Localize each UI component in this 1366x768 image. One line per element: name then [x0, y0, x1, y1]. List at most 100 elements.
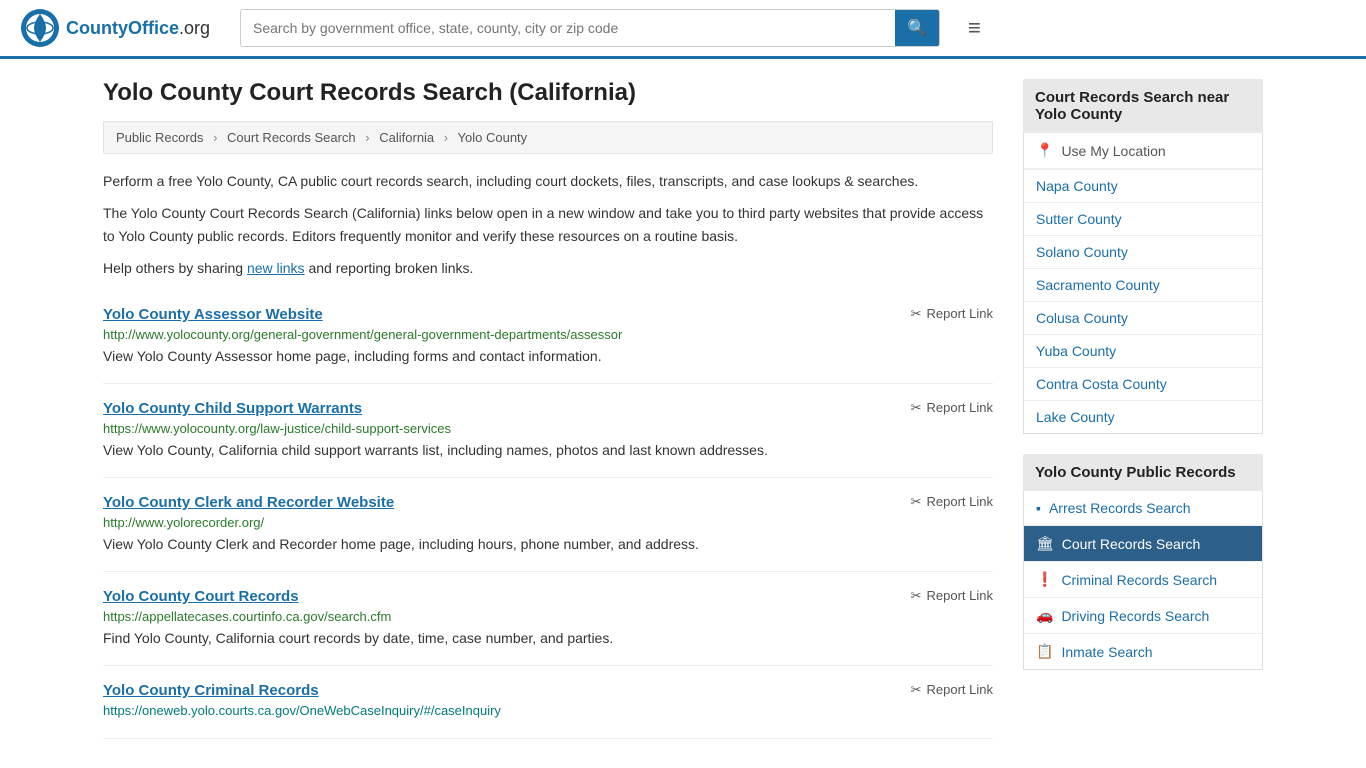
result-url[interactable]: https://appellatecases.courtinfo.ca.gov/…: [103, 609, 993, 624]
sidebar-public-records-section: Yolo County Public Records ▪ Arrest Reco…: [1023, 454, 1263, 670]
result-desc: Find Yolo County, California court recor…: [103, 628, 993, 649]
result-header: Yolo County Assessor Website ✂ Report Li…: [103, 306, 993, 323]
public-record-link[interactable]: 📋 Inmate Search: [1024, 634, 1262, 669]
county-link[interactable]: Sutter County: [1024, 203, 1262, 235]
sidebar-public-records-list: ▪ Arrest Records Search 🏛 Court Records …: [1023, 491, 1263, 670]
new-links-link[interactable]: new links: [247, 260, 305, 276]
result-item: Yolo County Clerk and Recorder Website ✂…: [103, 478, 993, 572]
list-item: Yuba County: [1024, 335, 1262, 368]
header: CountyOffice.org 🔍 ≡: [0, 0, 1366, 59]
intro-paragraph-3: Help others by sharing new links and rep…: [103, 257, 993, 279]
list-item: Sutter County: [1024, 203, 1262, 236]
result-title[interactable]: Yolo County Court Records: [103, 588, 299, 605]
record-label: Driving Records Search: [1061, 608, 1209, 624]
list-item: Lake County: [1024, 401, 1262, 433]
county-link[interactable]: Yuba County: [1024, 335, 1262, 367]
nearby-counties-container: Napa CountySutter CountySolano CountySac…: [1024, 170, 1262, 433]
public-record-link[interactable]: 🚗 Driving Records Search: [1024, 598, 1262, 633]
public-record-link[interactable]: 🏛 Court Records Search: [1024, 526, 1262, 561]
results-container: Yolo County Assessor Website ✂ Report Li…: [103, 290, 993, 739]
list-item: ▪ Arrest Records Search: [1024, 491, 1262, 526]
result-url[interactable]: http://www.yolorecorder.org/: [103, 515, 993, 530]
menu-button[interactable]: ≡: [960, 11, 989, 45]
pin-icon: 📍: [1036, 142, 1053, 159]
sidebar-public-records-header: Yolo County Public Records: [1023, 454, 1263, 491]
report-link[interactable]: ✂ Report Link: [911, 400, 993, 416]
public-record-link[interactable]: ▪ Arrest Records Search: [1024, 491, 1262, 525]
logo-icon: [20, 8, 60, 48]
result-title[interactable]: Yolo County Criminal Records: [103, 682, 319, 699]
logo-text: CountyOffice.org: [66, 18, 210, 39]
result-item: Yolo County Child Support Warrants ✂ Rep…: [103, 384, 993, 478]
search-input[interactable]: [241, 12, 895, 44]
result-header: Yolo County Clerk and Recorder Website ✂…: [103, 494, 993, 511]
county-link[interactable]: Napa County: [1024, 170, 1262, 202]
result-header: Yolo County Court Records ✂ Report Link: [103, 588, 993, 605]
report-label: Report Link: [927, 494, 993, 509]
use-location[interactable]: 📍 Use My Location: [1024, 133, 1262, 169]
report-link[interactable]: ✂ Report Link: [911, 494, 993, 510]
record-label: Inmate Search: [1061, 644, 1152, 660]
county-link[interactable]: Lake County: [1024, 401, 1262, 433]
record-icon: ❗: [1036, 571, 1053, 588]
list-item: Napa County: [1024, 170, 1262, 203]
report-label: Report Link: [927, 682, 993, 697]
report-icon: ✂: [911, 682, 922, 698]
report-icon: ✂: [911, 306, 922, 322]
page-title: Yolo County Court Records Search (Califo…: [103, 79, 993, 107]
result-title[interactable]: Yolo County Clerk and Recorder Website: [103, 494, 394, 511]
breadcrumb-yolo: Yolo County: [458, 130, 528, 145]
sidebar: Court Records Search near Yolo County 📍 …: [1023, 79, 1263, 739]
intro-paragraph-1: Perform a free Yolo County, CA public co…: [103, 170, 993, 192]
list-item: ❗ Criminal Records Search: [1024, 562, 1262, 598]
search-button[interactable]: 🔍: [895, 10, 939, 46]
result-title[interactable]: Yolo County Child Support Warrants: [103, 400, 362, 417]
list-item: Sacramento County: [1024, 269, 1262, 302]
record-label: Arrest Records Search: [1049, 500, 1191, 516]
public-record-link[interactable]: ❗ Criminal Records Search: [1024, 562, 1262, 597]
record-icon: 🏛: [1036, 535, 1054, 552]
sidebar-nearby-section: Court Records Search near Yolo County 📍 …: [1023, 79, 1263, 434]
result-item: Yolo County Court Records ✂ Report Link …: [103, 572, 993, 666]
result-url[interactable]: https://www.yolocounty.org/law-justice/c…: [103, 421, 993, 436]
intro-paragraph-2: The Yolo County Court Records Search (Ca…: [103, 202, 993, 247]
sidebar-nearby-header: Court Records Search near Yolo County: [1023, 79, 1263, 133]
report-link[interactable]: ✂ Report Link: [911, 682, 993, 698]
record-icon: 📋: [1036, 643, 1053, 660]
report-icon: ✂: [911, 588, 922, 604]
county-link[interactable]: Solano County: [1024, 236, 1262, 268]
result-desc: View Yolo County Assessor home page, inc…: [103, 346, 993, 367]
result-item: Yolo County Criminal Records ✂ Report Li…: [103, 666, 993, 739]
county-link[interactable]: Colusa County: [1024, 302, 1262, 334]
result-desc: View Yolo County Clerk and Recorder home…: [103, 534, 993, 555]
content-area: Yolo County Court Records Search (Califo…: [103, 79, 993, 739]
report-icon: ✂: [911, 400, 922, 416]
list-item: Colusa County: [1024, 302, 1262, 335]
breadcrumb-court-records[interactable]: Court Records Search: [227, 130, 356, 145]
report-link[interactable]: ✂ Report Link: [911, 306, 993, 322]
county-link[interactable]: Contra Costa County: [1024, 368, 1262, 400]
breadcrumb-public-records[interactable]: Public Records: [116, 130, 203, 145]
result-desc: View Yolo County, California child suppo…: [103, 440, 993, 461]
list-item: 📋 Inmate Search: [1024, 634, 1262, 669]
list-item: 🚗 Driving Records Search: [1024, 598, 1262, 634]
breadcrumb: Public Records › Court Records Search › …: [103, 121, 993, 154]
record-label: Criminal Records Search: [1061, 572, 1217, 588]
breadcrumb-california[interactable]: California: [379, 130, 434, 145]
sidebar-county-list: 📍 Use My Location Napa CountySutter Coun…: [1023, 133, 1263, 434]
record-label: Court Records Search: [1062, 536, 1201, 552]
result-url[interactable]: http://www.yolocounty.org/general-govern…: [103, 327, 993, 342]
report-label: Report Link: [927, 306, 993, 321]
report-icon: ✂: [911, 494, 922, 510]
report-label: Report Link: [927, 400, 993, 415]
record-icon: 🚗: [1036, 607, 1053, 624]
list-item: 📍 Use My Location: [1024, 133, 1262, 170]
county-link[interactable]: Sacramento County: [1024, 269, 1262, 301]
result-header: Yolo County Criminal Records ✂ Report Li…: [103, 682, 993, 699]
list-item: 🏛 Court Records Search: [1024, 526, 1262, 562]
logo-area: CountyOffice.org: [20, 8, 220, 48]
report-link[interactable]: ✂ Report Link: [911, 588, 993, 604]
record-icon: ▪: [1036, 500, 1041, 516]
result-title[interactable]: Yolo County Assessor Website: [103, 306, 323, 323]
result-url[interactable]: https://oneweb.yolo.courts.ca.gov/OneWeb…: [103, 703, 993, 718]
